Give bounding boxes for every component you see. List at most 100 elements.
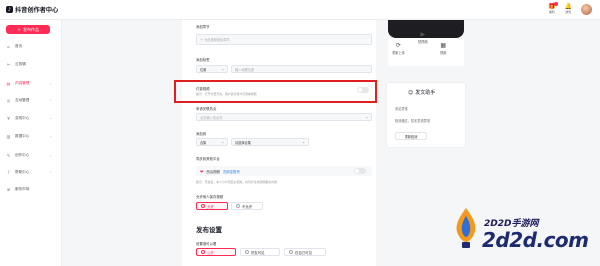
visibility-friends-radio[interactable]: 好友可见	[240, 248, 280, 256]
app-title: 抖音创作者中心	[15, 7, 59, 14]
radio-label: 公开	[207, 250, 214, 255]
assistant-title-text: 发文助手	[415, 90, 436, 96]
gift-badge	[553, 2, 558, 6]
chapter-input[interactable]: ＋ 为此视频添加章节	[196, 34, 372, 45]
visibility-private-radio[interactable]: 仅自己可见	[284, 248, 326, 256]
interact-icon: ◎	[6, 97, 11, 103]
xigua-logo-icon: ❤	[200, 168, 204, 174]
collection-type-select[interactable]: 合集 ⌄	[196, 138, 228, 146]
reupload-label: 重新上传	[392, 51, 405, 55]
sidebar-item-label: 互动管理	[15, 97, 30, 102]
sidebar-item-monetize[interactable]: ¥ 变现中心 ⌄	[6, 114, 56, 122]
collection-label: 添加到	[196, 132, 207, 136]
collection-select[interactable]: 请选择合集 ⌄	[231, 138, 309, 146]
check-status: 未见异常	[395, 107, 408, 111]
sidebar-item-help[interactable]: ? 帮助中心 ⌄	[6, 168, 56, 176]
tag-type-select[interactable]: 位置 ⌄	[196, 65, 228, 73]
sync-hint: 提示：开启后，本人分享到西瓜视频，将同步生成视频相关内容	[196, 180, 277, 184]
reupload-icon: ⟳	[395, 42, 401, 49]
allow-save-radio[interactable]: 允许	[196, 202, 228, 210]
sidebar-item-content[interactable]: ▤ 内容管理 ⌄	[6, 79, 56, 87]
data-icon: ▥	[6, 133, 11, 139]
video-label: 视频	[440, 51, 447, 55]
radio-checked-icon	[201, 250, 205, 254]
radio-label: 不允许	[242, 204, 253, 209]
hotspot-label: 申请关联热点	[196, 107, 217, 111]
writing-assistant-panel: ☺ 发文助手 未见异常 检测通过，暂无发现异常 重新检测	[386, 82, 466, 148]
sidebar-item-label: 数据中心	[15, 133, 30, 138]
gift-label: 福利	[548, 10, 555, 14]
sidebar-item-label: 帮助中心	[15, 169, 30, 174]
help-icon: ?	[7, 169, 10, 175]
sidebar-item-interact[interactable]: ◎ 互动管理 ⌄	[6, 96, 56, 104]
gift-button[interactable]: 🎁 福利	[548, 2, 558, 14]
short-video-label: 短视频	[418, 40, 428, 44]
sync-label: 同步到其他平台	[196, 157, 220, 161]
publish-settings-title: 发布设置	[196, 226, 222, 234]
sidebar-item-label: 首页	[15, 43, 23, 48]
sidebar-item-market[interactable]: ⊞ 服务市场	[6, 185, 56, 193]
radio-label: 仅自己可见	[295, 250, 312, 255]
header-actions: 🎁 福利 🔔 通知	[548, 2, 592, 15]
avatar[interactable]	[581, 4, 592, 15]
sidebar: ＋ 发布作品 ⌂ 首页 ✂ 云剪辑 ▤ 内容管理 ⌄ ◎ 互动管理 ⌄ ¥ 变现…	[0, 20, 62, 266]
notification-label: 通知	[565, 10, 572, 14]
sidebar-item-label: 云剪辑	[15, 61, 26, 66]
market-icon: ⊞	[6, 186, 11, 192]
publish-button[interactable]: ＋ 发布作品	[6, 25, 50, 34]
home-icon: ⌂	[7, 43, 10, 49]
monetize-icon: ¥	[7, 115, 10, 121]
chevron-down-icon: ⌄	[302, 140, 305, 144]
highlight-frame	[174, 80, 377, 103]
chapter-label: 添加章节	[196, 25, 210, 29]
disallow-save-radio[interactable]: 不允许	[231, 202, 263, 210]
sidebar-item-create[interactable]: ✎ 创作中心 ⌄	[6, 151, 56, 159]
chevron-down-icon: ⌄	[49, 116, 52, 120]
chevron-down-icon: ⌄	[49, 98, 52, 102]
plus-icon: ＋	[17, 26, 21, 32]
chevron-down-icon: ⌄	[221, 67, 224, 71]
robot-icon: ☺	[408, 89, 414, 96]
video-button[interactable]: ▦ 视频	[440, 42, 446, 55]
sidebar-item-data[interactable]: ▥ 数据中心 ⌄	[6, 132, 56, 140]
notification-button[interactable]: 🔔 通知	[565, 3, 572, 14]
chevron-down-icon: ⌄	[365, 115, 368, 119]
sync-toggle[interactable]	[354, 168, 366, 174]
location-input[interactable]: 输入地理位置	[231, 65, 372, 73]
bind-account-link[interactable]: 去绑定账号	[223, 169, 240, 174]
sidebar-item-cloud-edit[interactable]: ✂ 云剪辑	[6, 60, 56, 68]
radio-unchecked-icon	[245, 250, 249, 254]
chevron-down-icon: ⌄	[221, 140, 224, 144]
video-icon: ▦	[440, 42, 447, 49]
sync-platform-name: 西瓜视频	[206, 169, 220, 174]
reupload-button[interactable]: ⟳ 重新上传	[392, 42, 405, 55]
radio-label: 好友可见	[251, 250, 265, 255]
cloud-edit-icon: ✂	[6, 61, 11, 67]
chevron-down-icon: ⌄	[49, 153, 52, 157]
chevron-down-icon: ⌄	[49, 170, 52, 174]
hotspot-input[interactable]: 点击输入热点词 ⌄	[196, 113, 372, 121]
chevron-down-icon: ⌄	[49, 81, 52, 85]
sidebar-item-label: 内容管理	[15, 80, 30, 85]
allow-save-label: 允许他人保存视频	[196, 195, 224, 199]
sidebar-item-label: 创作中心	[15, 152, 30, 157]
bell-icon: 🔔	[564, 3, 572, 10]
collection-type-value: 合集	[200, 140, 207, 145]
assistant-title: ☺ 发文助手	[408, 89, 436, 97]
watermark-domain: 2d2d.com	[482, 228, 589, 252]
sidebar-item-label: 变现中心	[15, 115, 30, 120]
sync-platform-row: ❤ 西瓜视频 去绑定账号	[196, 166, 372, 176]
check-result: 检测通过，暂无发现异常	[395, 119, 431, 123]
create-icon: ✎	[6, 152, 11, 158]
recheck-button[interactable]: 重新检测	[395, 132, 427, 140]
radio-checked-icon	[201, 204, 205, 208]
sidebar-item-label: 服务市场	[15, 186, 30, 191]
logo[interactable]: ♪ 抖音创作者中心	[6, 5, 58, 14]
watermark-flame-logo	[456, 208, 476, 248]
chevron-down-icon: ⌄	[49, 134, 52, 138]
short-video-button[interactable]: ▶ 短视频	[418, 31, 428, 44]
visibility-public-radio[interactable]: 公开	[196, 248, 236, 256]
sidebar-item-home[interactable]: ⌂ 首页	[6, 42, 56, 50]
hotspot-placeholder: 点击输入热点词	[200, 115, 223, 120]
content-icon: ▤	[6, 80, 11, 86]
